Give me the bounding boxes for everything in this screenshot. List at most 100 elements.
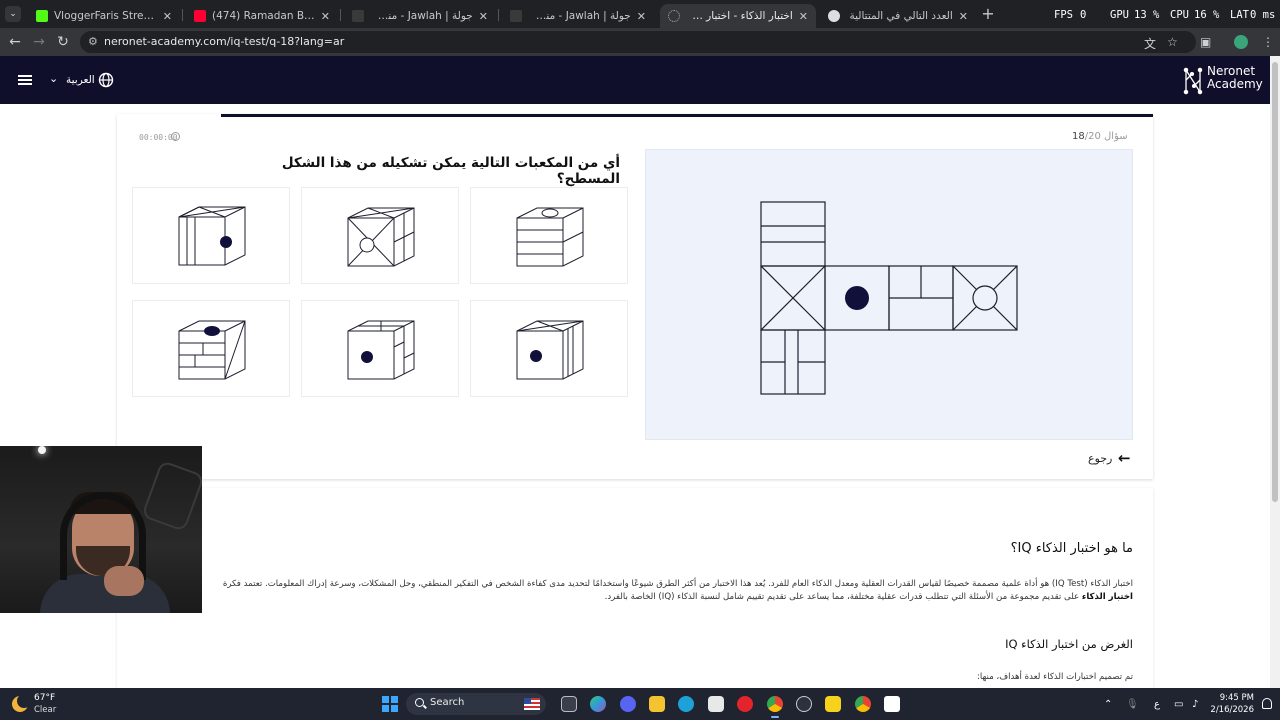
- moon-icon[interactable]: [12, 694, 31, 712]
- answer-option-1[interactable]: [132, 187, 290, 284]
- network-icon[interactable]: ▭: [1174, 699, 1183, 710]
- tab-title: اختبار الذكاء - اختبار IQ مجاني: [686, 10, 793, 22]
- globe-icon[interactable]: [98, 72, 114, 88]
- tab-title: (474) Ramadan Background Mu: [212, 10, 315, 22]
- search-label: Search: [430, 697, 465, 708]
- tab-jawlah-2[interactable]: جولة | Jawlah - منصة الألعاب الة ✕: [502, 4, 654, 28]
- close-icon[interactable]: ✕: [321, 10, 330, 23]
- task-view-icon[interactable]: [561, 696, 577, 712]
- tab-divider: [182, 9, 183, 21]
- tab-divider: [498, 9, 499, 21]
- chevron-down-icon[interactable]: ⌄: [49, 72, 58, 85]
- notification-bell-icon[interactable]: [1262, 698, 1272, 709]
- cube-option-5-image: [347, 320, 415, 380]
- chrome-profile-icon[interactable]: [855, 696, 871, 712]
- answer-option-4[interactable]: [132, 300, 290, 397]
- language-selector[interactable]: العربية: [66, 74, 95, 86]
- tab-title: جولة | Jawlah - منصة الألعاب الة: [528, 10, 631, 22]
- hamburger-menu-icon[interactable]: [18, 75, 32, 85]
- windows-start-icon[interactable]: [382, 696, 398, 712]
- gpu-label: GPU: [1110, 9, 1129, 21]
- cpu-value: 16 %: [1194, 9, 1220, 21]
- answer-option-5[interactable]: [301, 300, 459, 397]
- question-label: سؤال: [1104, 131, 1128, 142]
- close-icon[interactable]: ✕: [163, 10, 172, 23]
- info-heading: ما هو اختبار الذكاء IQ؟: [1010, 541, 1133, 556]
- url-input[interactable]: ⚙ neronet-academy.com/iq-test/q-18?lang=…: [80, 31, 1196, 53]
- menu-dots-icon[interactable]: ⋮: [1262, 35, 1274, 49]
- answer-option-2[interactable]: [301, 187, 459, 284]
- cube-option-1-image: [178, 206, 246, 266]
- snipping-tool-icon[interactable]: [884, 696, 900, 712]
- input-language[interactable]: ع: [1154, 699, 1160, 710]
- question-text: أي من المكعبات التالية يمكن تشكيله من هذ…: [281, 155, 620, 187]
- tab-youtube[interactable]: (474) Ramadan Background Mu ✕: [186, 4, 338, 28]
- close-icon[interactable]: ✕: [637, 10, 646, 23]
- cpu-label: CPU: [1170, 9, 1189, 21]
- extensions-icon[interactable]: ▣: [1200, 35, 1211, 49]
- back-arrow-icon[interactable]: ←: [7, 34, 23, 50]
- tab-iq-test[interactable]: اختبار الذكاء - اختبار IQ مجاني ✕: [660, 4, 816, 28]
- info-paragraph-tail: على تقديم مجموعة من الأسئلة التي تتطلب ق…: [604, 592, 1080, 602]
- tab-jawlah-1[interactable]: جولة | Jawlah - منصة الألعاب الة ✕: [344, 4, 496, 28]
- question-counter: سؤال 18/20: [1072, 131, 1128, 142]
- webcam-overlay: [0, 446, 202, 613]
- answer-option-3[interactable]: [470, 187, 628, 284]
- file-explorer-icon[interactable]: [649, 696, 665, 712]
- profile-avatar[interactable]: [1234, 35, 1248, 49]
- loading-icon: [668, 10, 680, 22]
- tray-chevron-up-icon[interactable]: ⌃: [1104, 699, 1112, 710]
- cube-option-6-image: [516, 320, 584, 380]
- tab-kick[interactable]: VloggerFaris Stream - Watch Li ✕: [28, 4, 180, 28]
- reload-icon[interactable]: ↻: [55, 34, 71, 50]
- page-scrollbar-thumb[interactable]: [1272, 62, 1278, 502]
- bookmark-star-icon[interactable]: ☆: [1167, 35, 1178, 49]
- clock-date: 2/16/2026: [1210, 705, 1254, 715]
- answer-option-6[interactable]: [470, 300, 628, 397]
- question-current: 18: [1072, 131, 1085, 142]
- lamp: [38, 446, 46, 454]
- forward-arrow-icon[interactable]: →: [31, 34, 47, 50]
- tab-title: جولة | Jawlah - منصة الألعاب الة: [370, 10, 473, 22]
- info-paragraph: اختبار الذكاء (IQ Test) هو أداة علمية مص…: [200, 578, 1133, 604]
- microphone-icon[interactable]: 🎙: [1126, 699, 1139, 710]
- youtube-icon: [194, 10, 206, 22]
- active-app-indicator: [771, 716, 779, 718]
- cube-option-3-image: [516, 207, 584, 267]
- tab-sequence[interactable]: العدد التالي في المتتالية ✕: [820, 4, 976, 28]
- jawlah-icon: [510, 10, 522, 22]
- chrome-icon[interactable]: [767, 696, 783, 712]
- logo-text: Neronet Academy: [1207, 65, 1263, 91]
- taskbar-search[interactable]: Search: [406, 693, 546, 715]
- back-button-label[interactable]: رجوع: [1088, 452, 1112, 465]
- weather-condition[interactable]: Clear: [34, 705, 56, 715]
- volume-icon[interactable]: ♪: [1192, 699, 1198, 710]
- jawlah-icon: [352, 10, 364, 22]
- flag-icon: [524, 698, 540, 710]
- weather-temperature[interactable]: 67°F: [34, 693, 55, 703]
- copilot-icon[interactable]: [590, 696, 606, 712]
- opera-icon[interactable]: [737, 696, 753, 712]
- edge-icon[interactable]: [678, 696, 694, 712]
- arrow-left-icon[interactable]: ←: [1118, 449, 1131, 467]
- store-icon[interactable]: [708, 696, 724, 712]
- close-icon[interactable]: ✕: [479, 10, 488, 23]
- discord-icon[interactable]: [620, 696, 636, 712]
- clock-time: 9:45 PM: [1219, 693, 1254, 703]
- site-header: ⌄ العربية Neronet Academy: [0, 56, 1270, 104]
- info-paragraph-lead: اختبار الذكاء (IQ Test) هو أداة علمية مص…: [222, 579, 1133, 589]
- close-icon[interactable]: ✕: [959, 10, 968, 23]
- search-icon: [415, 698, 424, 707]
- browser-tab-bar: ⌄ VloggerFaris Stream - Watch Li ✕ (474)…: [0, 0, 1280, 28]
- site-info-icon[interactable]: ⚙: [88, 35, 98, 48]
- close-icon[interactable]: ✕: [799, 10, 808, 23]
- tab-search-button[interactable]: ⌄: [5, 6, 21, 22]
- github-icon[interactable]: [796, 696, 812, 712]
- translate-icon[interactable]: 文: [1144, 35, 1156, 52]
- sticky-notes-icon[interactable]: [825, 696, 841, 712]
- kick-icon: [36, 10, 48, 22]
- fps-label: FPS: [1054, 9, 1073, 21]
- taskbar-clock[interactable]: 9:45 PM 2/16/2026: [1208, 692, 1254, 716]
- cube-option-4-image: [178, 320, 246, 380]
- new-tab-button[interactable]: +: [980, 4, 996, 23]
